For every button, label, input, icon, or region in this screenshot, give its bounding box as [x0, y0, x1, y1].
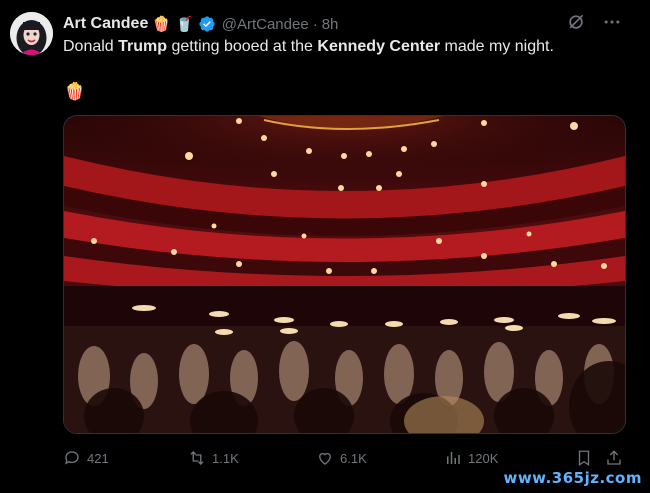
- tweet-header: Art Candee 🍿 🥤 @ArtCandee · 8h: [63, 13, 338, 35]
- views-icon: [447, 452, 460, 464]
- avatar[interactable]: [10, 12, 53, 55]
- like-button[interactable]: 6.1K: [316, 449, 367, 467]
- repost-icon: [190, 451, 204, 465]
- view-count: 120K: [468, 450, 499, 466]
- like-count: 6.1K: [340, 450, 367, 466]
- reply-count: 421: [87, 450, 109, 466]
- reply-button[interactable]: 421: [63, 449, 109, 467]
- tweet-emoji: 🍿: [64, 82, 86, 101]
- verified-badge-icon[interactable]: [198, 15, 216, 33]
- drink-emoji: 🥤: [175, 15, 194, 33]
- top-actions: [566, 12, 622, 32]
- tweet-text-part: Donald: [63, 38, 119, 55]
- action-bar: 421 1.1K 6.1K 120K: [63, 449, 633, 471]
- tweet-text-part: made my night.: [440, 38, 554, 55]
- bookmark-button[interactable]: [575, 449, 593, 467]
- views-button[interactable]: 120K: [444, 449, 498, 467]
- share-icon: [607, 450, 621, 465]
- tweet[interactable]: Art Candee 🍿 🥤 @ArtCandee · 8h Donald Tr…: [0, 0, 650, 493]
- tweet-text: Donald Trump getting booed at the Kenned…: [63, 37, 554, 57]
- video-media[interactable]: [63, 115, 626, 434]
- author-handle[interactable]: @ArtCandee: [222, 16, 309, 33]
- separator-dot: ·: [312, 15, 318, 33]
- tweet-text-part: getting booed at the: [167, 38, 318, 55]
- bookmark-icon: [578, 450, 590, 467]
- author-name[interactable]: Art Candee: [63, 15, 148, 33]
- repost-count: 1.1K: [212, 450, 239, 466]
- watermark: www.365jz.com: [503, 469, 642, 487]
- tweet-text-bold: Kennedy Center: [317, 38, 441, 55]
- concert-hall-image: [64, 116, 625, 433]
- repost-button[interactable]: 1.1K: [188, 449, 239, 467]
- grok-icon[interactable]: [566, 12, 586, 32]
- timestamp[interactable]: 8h: [322, 16, 339, 33]
- like-icon: [319, 452, 331, 465]
- tweet-text-bold: Trump: [118, 38, 168, 55]
- popcorn-emoji: 🍿: [152, 15, 172, 33]
- reply-icon: [64, 451, 79, 465]
- share-button[interactable]: [605, 449, 623, 467]
- more-icon[interactable]: [602, 12, 622, 32]
